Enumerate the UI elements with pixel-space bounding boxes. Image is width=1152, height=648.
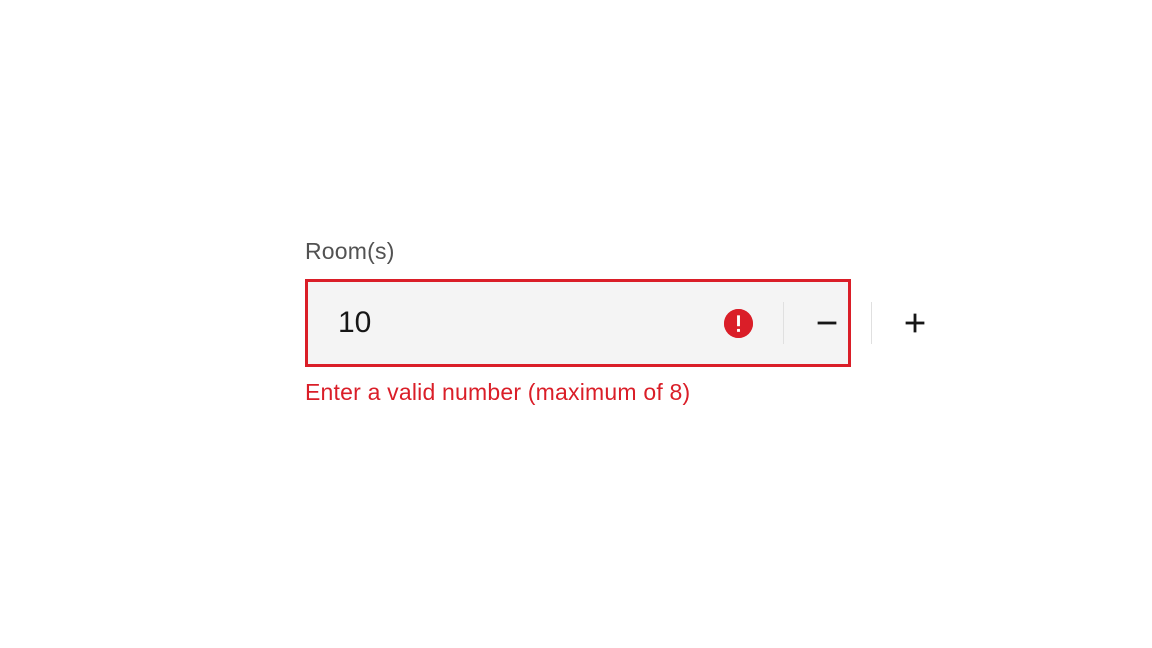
decrement-button[interactable]	[783, 282, 871, 364]
quantity-stepper	[305, 279, 851, 367]
stepper-label: Room(s)	[305, 238, 851, 265]
increment-button[interactable]	[871, 282, 959, 364]
quantity-stepper-container: Room(s) Enter a valid number (maximum of	[305, 238, 851, 406]
quantity-input[interactable]	[308, 282, 724, 364]
warning-icon	[724, 309, 753, 338]
error-message: Enter a valid number (maximum of 8)	[305, 379, 851, 406]
